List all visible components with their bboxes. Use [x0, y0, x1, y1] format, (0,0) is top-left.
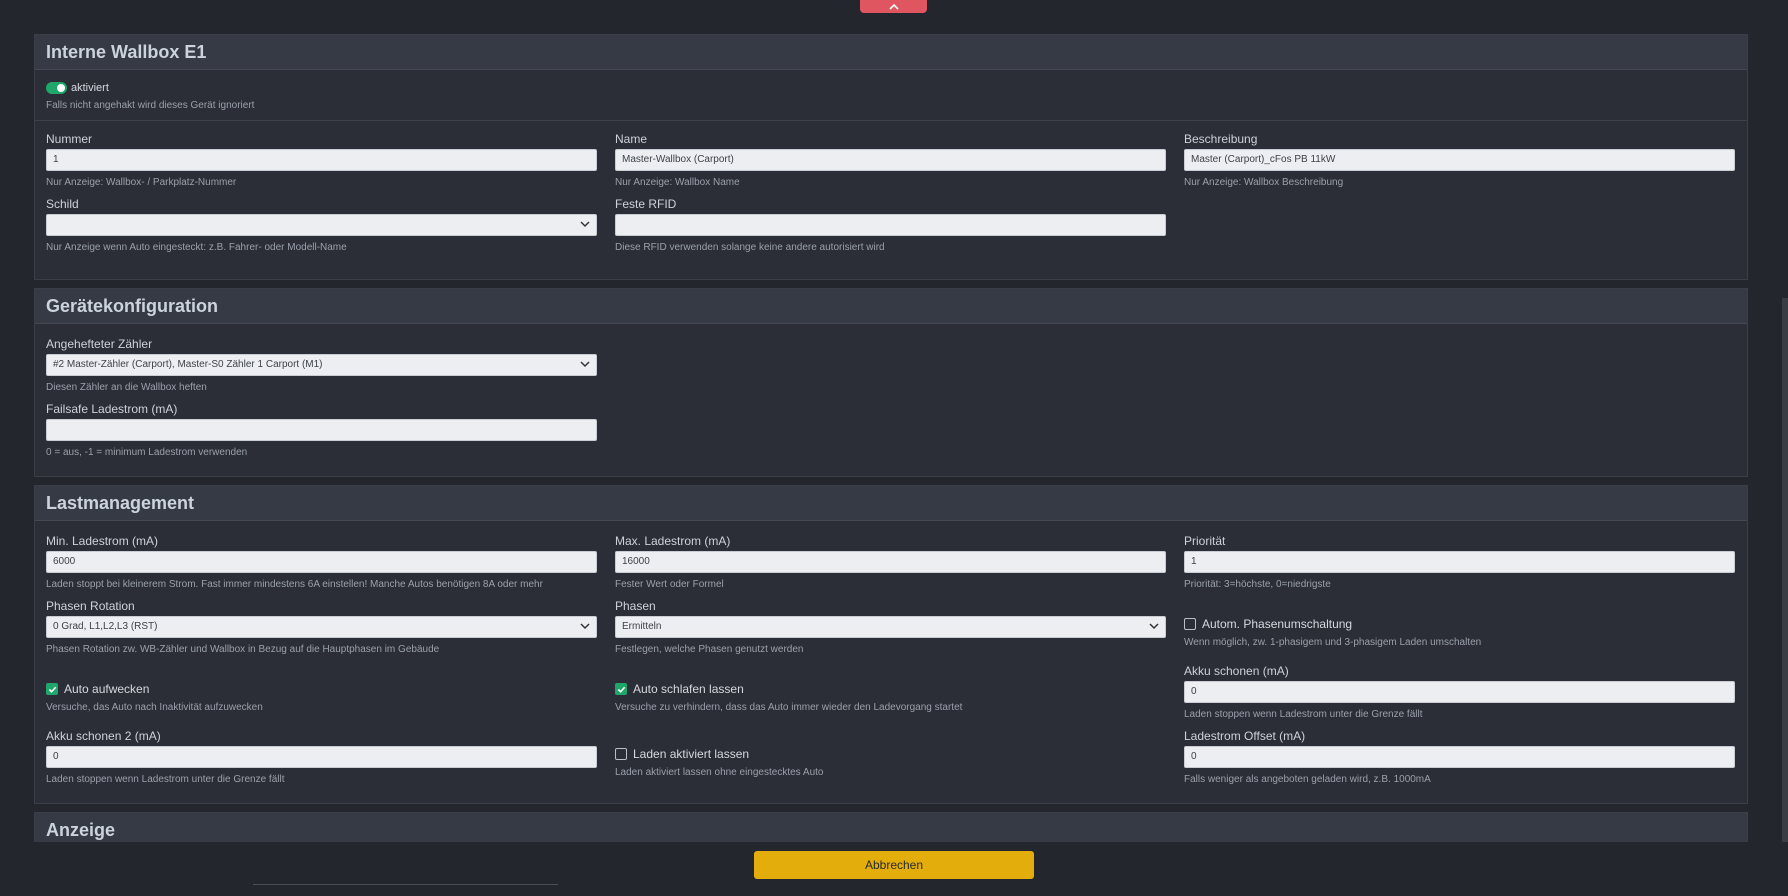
scrollbar[interactable]: [1782, 298, 1788, 842]
rotation-value: 0 Grad, L1,L2,L3 (RST): [53, 621, 158, 632]
min-label: Min. Ladestrom (mA): [46, 534, 159, 548]
zaehler-help: Diesen Zähler an die Wallbox heften: [46, 382, 207, 393]
rotation-label: Phasen Rotation: [46, 599, 135, 613]
aktiv-help: Laden aktiviert lassen ohne eingesteckte…: [615, 767, 824, 778]
failsafe-help: 0 = aus, -1 = minimum Ladestrom verwende…: [46, 447, 248, 458]
autom-phasen-help: Wenn möglich, zw. 1-phasigem und 3-phasi…: [1184, 637, 1482, 648]
rfid-label: Feste RFID: [615, 197, 677, 211]
phasen-select[interactable]: Ermitteln: [615, 616, 1166, 638]
chevron-up-icon: [888, 3, 899, 10]
schild-label: Schild: [46, 197, 79, 211]
name-label: Name: [615, 132, 648, 146]
max-label: Max. Ladestrom (mA): [615, 534, 731, 548]
enabled-toggle[interactable]: [46, 82, 67, 94]
prio-help: Priorität: 3=höchste, 0=niedrigste: [1184, 579, 1331, 590]
prio-label: Priorität: [1184, 534, 1226, 548]
akku1-input[interactable]: 0: [1184, 681, 1735, 703]
rotation-help: Phasen Rotation zw. WB-Zähler und Wallbo…: [46, 644, 440, 655]
aufwecken-help: Versuche, das Auto nach Inaktivität aufz…: [46, 702, 263, 713]
autom-phasen-label: Autom. Phasenumschaltung: [1202, 617, 1353, 631]
akku2-label: Akku schonen 2 (mA): [46, 729, 161, 743]
chevron-down-icon: [1149, 623, 1159, 630]
settings-content[interactable]: Interne Wallbox E1 aktiviert Falls nicht…: [34, 34, 1748, 842]
rfid-help: Diese RFID verwenden solange keine ander…: [615, 242, 885, 253]
failsafe-label: Failsafe Ladestrom (mA): [46, 402, 178, 416]
schlafen-label: Auto schlafen lassen: [633, 682, 744, 696]
chevron-down-icon: [580, 221, 590, 228]
phasen-value: Ermitteln: [622, 621, 662, 632]
schlafen-checkbox[interactable]: [615, 683, 627, 695]
schild-select[interactable]: [46, 214, 597, 236]
nummer-help: Nur Anzeige: Wallbox- / Parkplatz-Nummer: [46, 177, 237, 188]
zaehler-select[interactable]: #2 Master-Zähler (Carport), Master-S0 Zä…: [46, 354, 597, 376]
section-title: Anzeige: [35, 813, 1747, 842]
min-help: Laden stoppt bei kleinerem Strom. Fast i…: [46, 579, 543, 590]
akku1-help: Laden stoppen wenn Ladestrom unter die G…: [1184, 709, 1423, 720]
check-icon: [48, 686, 56, 693]
section-geraet: Gerätekonfiguration Angehefteter Zähler …: [34, 288, 1748, 477]
aufwecken-checkbox[interactable]: [46, 683, 58, 695]
section-last: Lastmanagement Min. Ladestrom (mA) 6000 …: [34, 485, 1748, 804]
failsafe-input[interactable]: [46, 419, 597, 441]
max-input[interactable]: 16000: [615, 551, 1166, 573]
offset-label: Ladestrom Offset (mA): [1184, 729, 1306, 743]
check-icon: [617, 686, 625, 693]
beschreibung-label: Beschreibung: [1184, 132, 1258, 146]
zaehler-value: #2 Master-Zähler (Carport), Master-S0 Zä…: [53, 359, 323, 370]
beschreibung-help: Nur Anzeige: Wallbox Beschreibung: [1184, 177, 1344, 188]
autom-phasen-checkbox[interactable]: [1184, 618, 1196, 630]
max-help: Fester Wert oder Formel: [615, 579, 724, 590]
akku2-help: Laden stoppen wenn Ladestrom unter die G…: [46, 774, 285, 785]
cancel-button[interactable]: Abbrechen: [754, 851, 1034, 879]
zaehler-label: Angehefteter Zähler: [46, 337, 153, 351]
prio-input[interactable]: 1: [1184, 551, 1735, 573]
schlafen-help: Versuche zu verhindern, dass das Auto im…: [615, 702, 963, 713]
section-title: Gerätekonfiguration: [35, 289, 1747, 324]
nummer-label: Nummer: [46, 132, 93, 146]
section-title: Lastmanagement: [35, 486, 1747, 521]
enabled-help: Falls nicht angehakt wird dieses Gerät i…: [46, 100, 255, 111]
phasen-help: Festlegen, welche Phasen genutzt werden: [615, 644, 804, 655]
min-input[interactable]: 6000: [46, 551, 597, 573]
aufwecken-label: Auto aufwecken: [64, 682, 150, 696]
chevron-down-icon: [580, 623, 590, 630]
schild-help: Nur Anzeige wenn Auto eingesteckt: z.B. …: [46, 242, 347, 253]
divider: [253, 884, 558, 885]
rotation-select[interactable]: 0 Grad, L1,L2,L3 (RST): [46, 616, 597, 638]
aktiv-checkbox[interactable]: [615, 748, 627, 760]
rfid-input[interactable]: [615, 214, 1166, 236]
phasen-label: Phasen: [615, 599, 656, 613]
offset-help: Falls weniger als angeboten geladen wird…: [1184, 774, 1431, 785]
beschreibung-input[interactable]: Master (Carport)_cFos PB 11kW: [1184, 149, 1735, 171]
enabled-label: aktiviert: [71, 82, 109, 94]
section-title: Interne Wallbox E1: [35, 35, 1747, 70]
name-input[interactable]: Master-Wallbox (Carport): [615, 149, 1166, 171]
section-wallbox: Interne Wallbox E1 aktiviert Falls nicht…: [34, 34, 1748, 280]
name-help: Nur Anzeige: Wallbox Name: [615, 177, 740, 188]
aktiv-label: Laden aktiviert lassen: [633, 747, 750, 761]
akku1-label: Akku schonen (mA): [1184, 664, 1289, 678]
offset-input[interactable]: 0: [1184, 746, 1735, 768]
akku2-input[interactable]: 0: [46, 746, 597, 768]
chevron-down-icon: [580, 361, 590, 368]
divider: [35, 120, 1747, 121]
section-anzeige: Anzeige: [34, 812, 1748, 842]
collapse-tab[interactable]: [860, 0, 927, 13]
nummer-input[interactable]: 1: [46, 149, 597, 171]
